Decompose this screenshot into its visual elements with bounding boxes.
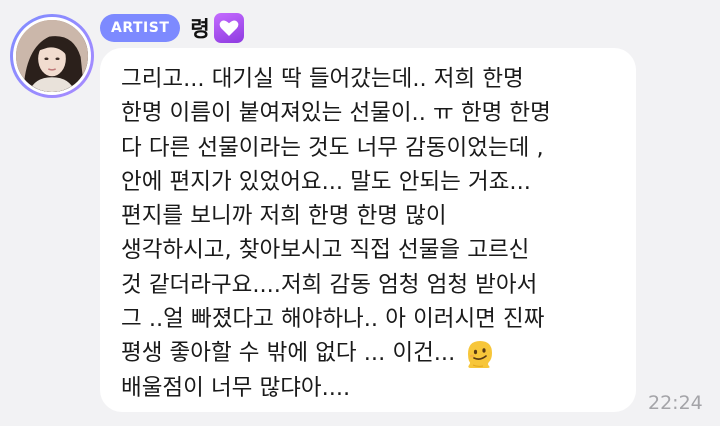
avatar-photo xyxy=(13,17,91,95)
message-line: 편지를 보니까 저희 한명 한명 많이 xyxy=(121,203,447,230)
chat-screen: ARTIST 령 그리고... 대기실 딱 들어갔는데.. 저희 한명 한명 이… xyxy=(0,0,720,426)
message-line-text: 평생 좋아할 수 밖에 없다 ... 이건... xyxy=(121,340,456,367)
message-line: 배울점이 너무 많댜아.... xyxy=(121,374,351,401)
message-line: 안에 편지가 있었어요... 말도 안되는 거죠... xyxy=(121,168,531,195)
message-line-with-emoji: 평생 좋아할 수 밖에 없다 ... 이건... xyxy=(121,336,616,370)
melting-face-emoji-icon xyxy=(463,337,497,371)
message-line: 다 다른 선물이라는 것도 너무 감동이었는데 , xyxy=(121,134,544,161)
message-timestamp: 22:24 xyxy=(648,392,703,414)
message-line: 것 같더라구요....저희 감동 엄청 엄청 받아서 xyxy=(121,271,538,298)
message-line: 생각하시고, 찾아보시고 직접 선물을 고르신 xyxy=(121,237,530,264)
sender-name[interactable]: 령 xyxy=(190,13,244,43)
purple-heart-icon xyxy=(213,13,244,43)
message-line: 한명 이름이 붙여져있는 선물이.. ㅠ 한명 한명 xyxy=(121,100,551,127)
sender-name-text: 령 xyxy=(190,17,210,41)
message-line: 그 ..얼 빠졌다고 해야하나.. 아 이러시면 진짜 xyxy=(121,306,545,333)
message-line: 그리고... 대기실 딱 들어갔는데.. 저희 한명 xyxy=(121,66,524,92)
message-header: ARTIST 령 xyxy=(100,13,244,43)
artist-badge: ARTIST xyxy=(100,14,181,42)
avatar[interactable] xyxy=(10,14,94,98)
message-bubble[interactable]: 그리고... 대기실 딱 들어갔는데.. 저희 한명 한명 이름이 붙여져있는 … xyxy=(100,48,636,412)
